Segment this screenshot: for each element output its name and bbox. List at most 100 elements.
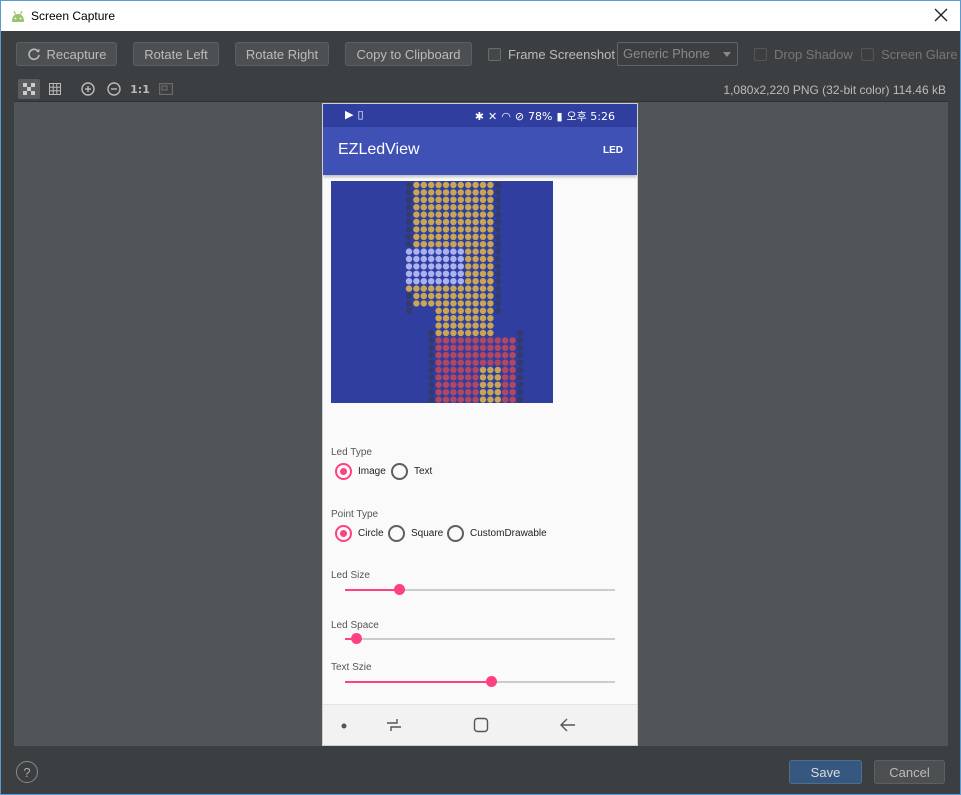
cancel-button[interactable]: Cancel [874,760,945,784]
led-dot [479,344,487,351]
radio-custom-drawable[interactable]: CustomDrawable [447,525,547,542]
led-dot [472,366,479,374]
led-action-button[interactable]: LED [603,145,623,156]
led-dot [442,352,450,359]
led-dot [479,396,487,403]
fit-screen-icon[interactable] [155,79,177,99]
led-dot [465,366,472,374]
text-size-slider[interactable] [345,674,615,690]
slider-thumb[interactable] [350,633,362,644]
led-dot [450,233,457,240]
checkerboard-background-icon[interactable] [18,79,40,99]
led-dot [428,344,435,351]
radio-button[interactable] [335,463,352,480]
led-dot [413,233,420,240]
led-dot [450,189,457,196]
led-dot [413,300,420,307]
led-dot [428,226,435,233]
checkbox-box[interactable] [754,48,767,61]
actual-size-button[interactable]: 1:1 [129,79,151,99]
led-dot [479,233,487,240]
led-dot [494,204,501,211]
slider-thumb[interactable] [485,676,497,687]
led-dot [450,307,457,314]
led-dot [405,189,413,196]
grid-icon[interactable] [44,79,66,99]
led-dot [502,359,509,366]
close-icon[interactable] [932,6,950,24]
led-dot [450,366,457,374]
recent-apps-icon[interactable] [385,717,403,733]
led-size-slider[interactable] [345,582,615,598]
led-dot [509,337,516,344]
drop-shadow-checkbox[interactable]: Drop Shadow [754,47,853,62]
save-button[interactable]: Save [789,760,862,784]
led-dot [494,241,501,248]
slider-thumb[interactable] [394,584,405,595]
led-dot [442,233,450,240]
led-dot [420,278,427,285]
led-dot [405,307,413,314]
led-dot [494,352,501,359]
led-dot [435,263,442,270]
led-dot [413,292,420,300]
led-dot [405,181,413,189]
battery-icon: ▮ [556,109,563,123]
radio-button[interactable] [335,525,352,542]
radio-text[interactable]: Text [391,463,432,480]
home-icon[interactable] [473,717,489,733]
led-dot [435,337,442,344]
led-dot [457,218,464,226]
led-dot [435,226,442,233]
help-button[interactable]: ? [16,761,38,783]
led-dot [494,366,501,374]
led-dot [465,337,472,344]
led-dot [457,270,464,277]
radio-button[interactable] [391,463,408,480]
led-dot [428,329,435,337]
no-sim-icon: ⊘ [514,109,525,123]
led-dot [465,381,472,388]
led-dot [502,337,509,344]
led-dot [516,352,524,359]
led-space-slider[interactable] [345,631,615,647]
led-dot [494,396,501,403]
radio-square[interactable]: Square [388,525,443,542]
led-dot [472,211,479,218]
radio-circle[interactable]: Circle [335,525,384,542]
led-dot [435,307,442,314]
led-dot [428,381,435,388]
led-dot [502,389,509,396]
led-dot [487,389,494,396]
led-dot [509,366,516,374]
checkbox-box[interactable] [488,48,501,61]
led-dot [487,278,494,285]
led-dot [442,226,450,233]
led-dot [450,204,457,211]
rotate-left-button[interactable]: Rotate Left [133,42,219,66]
checkbox-box[interactable] [861,48,874,61]
mute-icon: ✕ [487,109,498,123]
radio-square-label: Square [411,528,444,539]
led-dot [450,344,457,351]
led-dot [442,374,450,381]
led-dot [479,322,487,329]
led-dot [479,263,487,270]
led-dot [442,263,450,270]
led-dot [487,189,494,196]
copy-to-clipboard-button[interactable]: Copy to Clipboard [345,42,472,66]
zoom-in-icon[interactable] [77,79,99,99]
radio-button[interactable] [447,525,464,542]
phone-icon: ▯ [357,108,364,121]
rotate-right-button[interactable]: Rotate Right [235,42,329,66]
radio-button[interactable] [388,525,405,542]
led-dot [413,211,420,218]
zoom-out-icon[interactable] [103,79,125,99]
back-icon[interactable] [559,717,577,733]
recapture-button[interactable]: Recapture [16,42,117,66]
radio-image[interactable]: Image [335,463,386,480]
screen-glare-checkbox[interactable]: Screen Glare [861,47,958,62]
device-select[interactable]: Generic Phone [617,42,738,66]
led-dot [413,270,420,277]
frame-screenshot-checkbox[interactable]: Frame Screenshot [488,47,615,62]
